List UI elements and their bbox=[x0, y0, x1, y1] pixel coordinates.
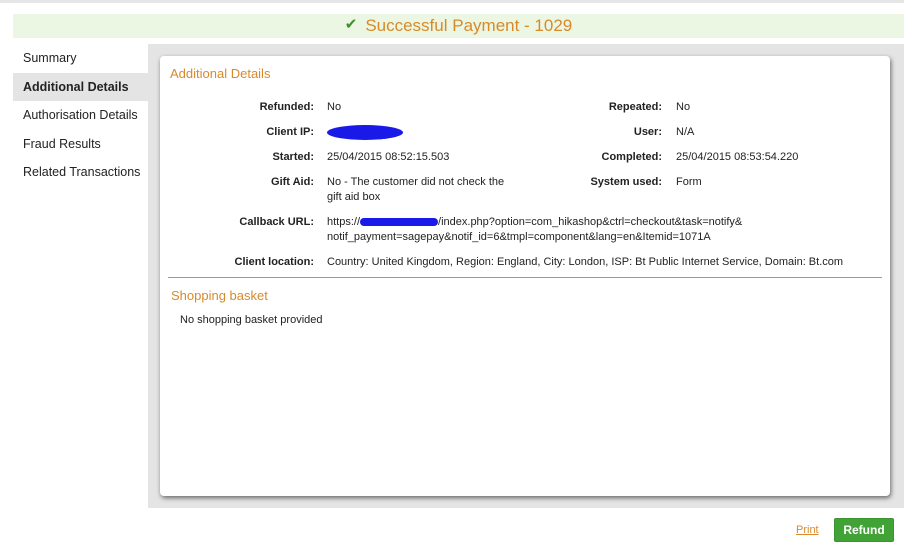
side-nav: Summary Additional Details Authorisation… bbox=[13, 44, 148, 187]
started-value: 25/04/2015 08:52:15.503 bbox=[327, 151, 450, 163]
client-location-value: Country: United Kingdom, Region: England… bbox=[327, 256, 844, 268]
redaction-mark bbox=[327, 125, 403, 140]
client-ip-value bbox=[327, 125, 403, 140]
print-link[interactable]: Print bbox=[796, 524, 819, 536]
gift-aid-value: No - The customer did not check the gift… bbox=[327, 175, 504, 205]
payment-status-banner: ✔ Successful Payment - 1029 bbox=[13, 14, 904, 38]
check-icon: ✔ bbox=[344, 16, 358, 33]
user-value: N/A bbox=[676, 126, 695, 138]
nav-item-authorisation-details[interactable]: Authorisation Details bbox=[13, 101, 148, 130]
gift-aid-line1: No - The customer did not check the bbox=[327, 176, 505, 188]
repeated-value: No bbox=[676, 101, 691, 113]
section-divider bbox=[168, 277, 882, 278]
completed-label: Completed: bbox=[601, 151, 663, 163]
nav-item-fraud-results[interactable]: Fraud Results bbox=[13, 130, 148, 159]
gift-aid-line2: gift aid box bbox=[327, 191, 381, 203]
shopping-basket-message: No shopping basket provided bbox=[180, 314, 323, 326]
user-label: User: bbox=[633, 126, 662, 138]
redaction-mark bbox=[360, 218, 439, 227]
shopping-basket-title: Shopping basket bbox=[171, 288, 268, 303]
client-location-label: Client location: bbox=[234, 256, 314, 268]
callback-url-value: https:// /index.php?option=com_hikashop&c… bbox=[327, 215, 742, 245]
callback-url-label: Callback URL: bbox=[239, 216, 314, 228]
nav-item-additional-details[interactable]: Additional Details bbox=[13, 72, 148, 101]
refunded-value: No bbox=[327, 101, 342, 113]
client-ip-label: Client IP: bbox=[266, 126, 314, 138]
refund-button[interactable]: Refund bbox=[834, 518, 894, 542]
window-top-border bbox=[0, 0, 904, 3]
callback-url-line2: notif_payment=sagepay&notif_id=6&tmpl=co… bbox=[327, 231, 711, 243]
repeated-label: Repeated: bbox=[608, 101, 662, 113]
details-card: Additional Details Refunded: No Client I… bbox=[160, 56, 890, 496]
callback-url-line1: /index.php?option=com_hikashop&ctrl=chec… bbox=[438, 216, 743, 228]
system-used-value: Form bbox=[676, 176, 702, 188]
additional-details-title: Additional Details bbox=[170, 66, 271, 81]
started-label: Started: bbox=[272, 151, 314, 163]
completed-value: 25/04/2015 08:53:54.220 bbox=[676, 151, 799, 163]
page-title: Successful Payment - 1029 bbox=[365, 16, 573, 35]
gift-aid-label: Gift Aid: bbox=[271, 176, 314, 188]
callback-url-prefix: https:// bbox=[327, 216, 361, 228]
refunded-label: Refunded: bbox=[259, 101, 314, 113]
system-used-label: System used: bbox=[590, 176, 662, 188]
nav-item-summary[interactable]: Summary bbox=[13, 44, 148, 73]
nav-item-related-transactions[interactable]: Related Transactions bbox=[13, 158, 148, 187]
